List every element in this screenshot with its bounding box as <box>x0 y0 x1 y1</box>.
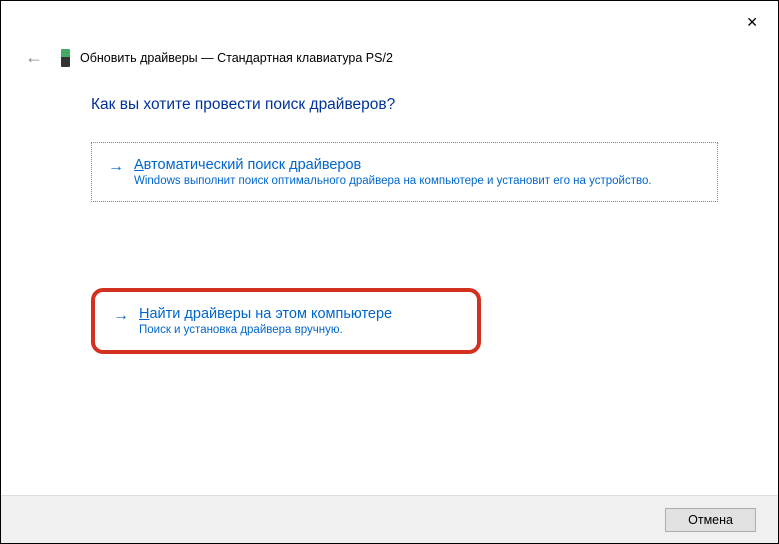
option-title: Найти драйверы на этом компьютере <box>139 306 459 322</box>
arrow-right-icon: → <box>113 307 129 325</box>
option-description: Поиск и установка драйвера вручную. <box>139 324 459 336</box>
hotkey-letter: А <box>134 157 144 173</box>
title-rest: айти драйверы на этом компьютере <box>149 306 392 322</box>
close-icon[interactable]: ✕ <box>746 14 758 31</box>
hotkey-letter: Н <box>139 306 149 322</box>
title-rest: втоматический поиск драйверов <box>144 157 362 173</box>
option-texts: Автоматический поиск драйверов Windows в… <box>134 157 701 187</box>
option-row: → Найти драйверы на этом компьютере Поис… <box>113 306 459 336</box>
footer-bar: Отмена <box>1 495 778 543</box>
page-heading: Как вы хотите провести поиск драйверов? <box>91 96 718 114</box>
dialog-title: Обновить драйверы — Стандартная клавиату… <box>80 51 393 65</box>
cancel-button[interactable]: Отмена <box>665 508 756 532</box>
header-row: ← Обновить драйверы — Стандартная клавиа… <box>1 31 778 80</box>
dialog-window: ✕ ← Обновить драйверы — Стандартная клав… <box>0 0 779 544</box>
device-icon <box>61 49 70 67</box>
back-arrow-icon[interactable]: ← <box>25 47 43 68</box>
arrow-right-icon: → <box>108 158 124 176</box>
option-description: Windows выполнит поиск оптимального драй… <box>134 175 701 187</box>
option-row: → Автоматический поиск драйверов Windows… <box>108 157 701 187</box>
option-title: Автоматический поиск драйверов <box>134 157 701 173</box>
content-area: Как вы хотите провести поиск драйверов? … <box>1 80 778 495</box>
option-auto-search[interactable]: → Автоматический поиск драйверов Windows… <box>91 142 718 202</box>
option-browse-computer[interactable]: → Найти драйверы на этом компьютере Поис… <box>91 288 481 354</box>
titlebar: ✕ <box>1 1 778 31</box>
option-texts: Найти драйверы на этом компьютере Поиск … <box>139 306 459 336</box>
